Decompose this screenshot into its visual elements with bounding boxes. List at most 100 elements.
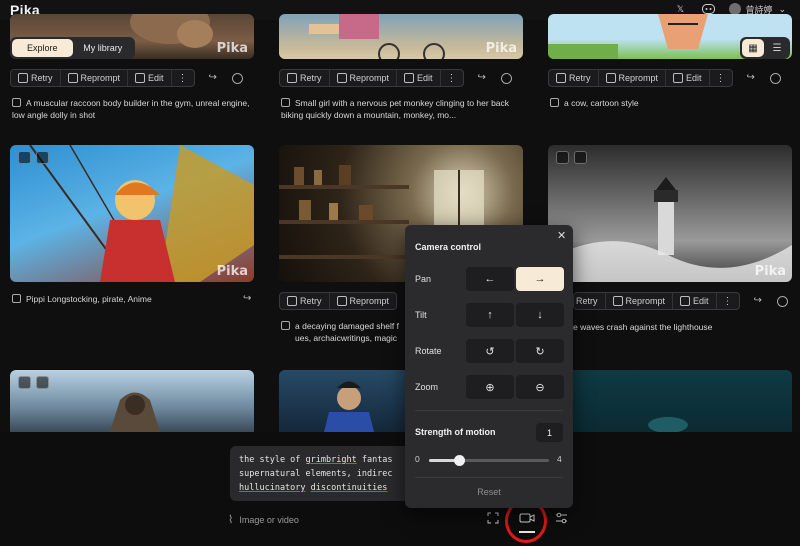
info-icon[interactable]: [231, 72, 243, 84]
retry-button[interactable]: Retry: [11, 70, 61, 86]
edit-label: Edit: [148, 73, 164, 83]
close-icon[interactable]: ✕: [557, 229, 566, 242]
reprompt-label: Reprompt: [625, 296, 666, 306]
reprompt-button[interactable]: Reprompt: [599, 70, 667, 86]
tilt-up-button[interactable]: ↑: [466, 303, 514, 327]
prompt-text: discontinuities: [310, 483, 388, 493]
edit-button[interactable]: Edit: [397, 70, 441, 86]
strength-value-input[interactable]: 1: [536, 423, 563, 442]
edit-button[interactable]: Edit: [666, 70, 710, 86]
info-icon[interactable]: [500, 72, 512, 84]
settings-button[interactable]: [555, 512, 568, 524]
share-icon[interactable]: ↪: [747, 73, 760, 83]
retry-button[interactable]: Retry: [280, 293, 330, 309]
zoom-out-button[interactable]: ⊖: [516, 375, 564, 399]
copy-icon[interactable]: [12, 98, 21, 107]
video-thumbnail-pippi[interactable]: Pika: [10, 145, 254, 282]
rotate-cw-button[interactable]: ↻: [516, 339, 564, 363]
attach-label: Image or video: [239, 514, 299, 525]
pika-watermark: Pika: [216, 264, 248, 279]
video-thumbnail-girl-monkey[interactable]: Pika: [279, 14, 523, 59]
video-thumbnail-lighthouse[interactable]: Pika: [548, 145, 792, 282]
prompt-input[interactable]: the style of grimbright fantas supernatu…: [230, 446, 410, 501]
caption-text: e waves crash against the lighthouse: [573, 322, 713, 332]
action-group: Retry Reprompt Edit ⋮: [279, 69, 464, 87]
reprompt-button[interactable]: Reprompt: [330, 293, 397, 309]
more-button[interactable]: ⋮: [717, 293, 739, 309]
expand-icon[interactable]: [18, 376, 31, 389]
reprompt-label: Reprompt: [349, 296, 390, 306]
edit-icon: [612, 296, 623, 306]
edit-label: Edit: [417, 73, 433, 83]
wand-icon: [404, 73, 415, 83]
retry-button[interactable]: Retry: [280, 70, 330, 86]
list-view-icon[interactable]: ☰: [766, 39, 788, 57]
wand-icon: [680, 296, 691, 306]
retry-button[interactable]: Retry: [549, 70, 599, 86]
reset-button[interactable]: Reset: [405, 487, 573, 497]
reprompt-button[interactable]: Reprompt: [61, 70, 129, 86]
tab-explore[interactable]: Explore: [12, 39, 73, 57]
card-actions: Retry Reprompt Edit ⋮ ↪: [573, 292, 788, 310]
camera-control-panel: Camera control ✕ Pan ← → Tilt ↑ ↓ Rotate…: [405, 225, 573, 508]
reprompt-button[interactable]: Reprompt: [330, 70, 398, 86]
more-button[interactable]: ⋮: [172, 70, 194, 86]
card-caption: a decaying damaged shelf f ues, archaicw…: [281, 320, 411, 344]
share-icon[interactable]: ↪: [478, 73, 491, 83]
card-actions: Retry Reprompt Edit ⋮ ↪: [548, 69, 781, 87]
wand-icon: [135, 73, 146, 83]
video-thumbnail-werewolf[interactable]: [10, 370, 254, 432]
copy-icon[interactable]: [281, 98, 290, 107]
caption-text: A muscular raccoon body builder in the g…: [12, 98, 250, 120]
edit-button[interactable]: Edit: [673, 293, 717, 309]
action-group: Retry Reprompt Edit ⋮: [548, 69, 733, 87]
retry-label: Retry: [300, 73, 322, 83]
info-icon[interactable]: [776, 295, 788, 307]
info-icon[interactable]: [769, 72, 781, 84]
retry-button[interactable]: Retry: [574, 293, 606, 309]
prompt-text: the style of: [239, 455, 306, 465]
retry-icon: [18, 73, 28, 83]
copy-icon[interactable]: [550, 98, 559, 107]
aspect-ratio-button[interactable]: [487, 512, 499, 524]
zoom-label: Zoom: [415, 382, 439, 392]
tilt-down-button[interactable]: ↓: [516, 303, 564, 327]
card-caption: Pippi Longstocking, pirate, Anime: [12, 293, 256, 305]
rotate-ccw-button[interactable]: ↺: [466, 339, 514, 363]
slider-max-label: 4: [557, 454, 562, 464]
strength-slider[interactable]: [429, 455, 549, 466]
more-button[interactable]: ⋮: [441, 70, 463, 86]
video-thumbnail-frog[interactable]: [548, 370, 792, 432]
action-group: Retry Reprompt Edit ⋮: [10, 69, 195, 87]
share-icon[interactable]: ↪: [754, 296, 767, 306]
retry-label: Retry: [300, 296, 322, 306]
attach-media-button[interactable]: ⌇ Image or video: [228, 513, 299, 526]
rotate-label: Rotate: [415, 346, 442, 356]
pika-watermark: Pika: [216, 41, 248, 56]
share-icon[interactable]: ↪: [243, 294, 256, 304]
edit-icon: [336, 73, 347, 83]
expand-icon[interactable]: [556, 151, 569, 164]
copy-icon[interactable]: [12, 294, 21, 303]
edit-icon: [605, 73, 616, 83]
copy-icon[interactable]: [281, 321, 290, 330]
grid-view-icon[interactable]: ▦: [742, 39, 764, 57]
reprompt-label: Reprompt: [80, 73, 121, 83]
expand-icon[interactable]: [18, 151, 31, 164]
tab-my-library[interactable]: My library: [73, 39, 134, 57]
retry-label: Retry: [569, 73, 591, 83]
zoom-in-button[interactable]: ⊕: [466, 375, 514, 399]
reprompt-button[interactable]: Reprompt: [606, 293, 674, 309]
sliders-icon: [556, 512, 567, 524]
more-button[interactable]: ⋮: [710, 70, 732, 86]
video-icon: [36, 376, 49, 389]
divider: [415, 410, 563, 411]
edit-button[interactable]: Edit: [128, 70, 172, 86]
pan-right-button[interactable]: →: [516, 267, 564, 291]
card-badges: [18, 151, 49, 164]
share-icon[interactable]: ↪: [209, 73, 222, 83]
caption-text: a cow, cartoon style: [564, 98, 639, 108]
retry-icon: [556, 73, 566, 83]
slider-thumb[interactable]: [454, 455, 465, 466]
pan-left-button[interactable]: ←: [466, 267, 514, 291]
